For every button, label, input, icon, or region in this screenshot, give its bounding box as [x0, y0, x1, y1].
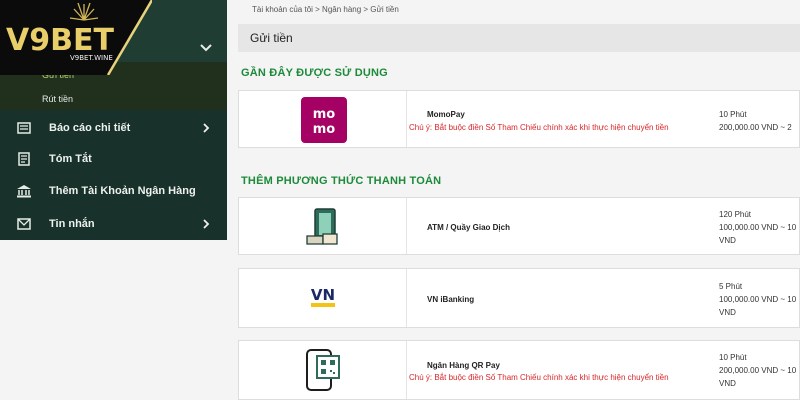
- method-name: ATM / Quầy Giao Dịch: [427, 223, 510, 232]
- chevron-right-icon: [203, 219, 210, 229]
- payment-method-qr-pay[interactable]: Ngân Hàng QR Pay Chú ý: Bắt buộc điền Số…: [238, 340, 800, 400]
- vn-ibanking-logo: VN: [311, 286, 335, 307]
- method-unit: VND: [719, 236, 736, 245]
- sidebar-subitem-withdraw[interactable]: Rút tiền: [42, 94, 73, 104]
- bank-icon: [17, 185, 31, 198]
- report-icon: [17, 122, 31, 134]
- section-more-title: THÊM PHƯƠNG THỨC THANH TOÁN: [241, 175, 442, 187]
- method-time: 10 Phút: [719, 110, 747, 119]
- sidebar-item-label: Tin nhắn: [49, 218, 95, 230]
- payment-icon-box: mo mo: [239, 91, 407, 147]
- summary-icon: [18, 152, 30, 166]
- payment-icon-box: [239, 341, 407, 399]
- sidebar-item-label: Tóm Tắt: [49, 153, 92, 165]
- section-recent-title: GẦN ĐÂY ĐƯỢC SỬ DỤNG: [241, 67, 388, 79]
- svg-text:mo: mo: [313, 122, 336, 137]
- method-note: Chú ý: Bắt buộc điền Số Tham Chiếu chính…: [409, 373, 669, 382]
- method-name: Ngân Hàng QR Pay: [427, 361, 500, 370]
- method-unit: VND: [719, 308, 736, 317]
- sidebar-item-label: Báo cáo chi tiết: [49, 122, 131, 134]
- sidebar-item-messages[interactable]: Tin nhắn: [0, 209, 227, 239]
- method-name: VN iBanking: [427, 295, 475, 304]
- payment-icon-box: [239, 198, 407, 254]
- method-range: 100,000.00 VND ~ 10: [719, 223, 797, 232]
- payment-method-vn-ibanking[interactable]: VN VN iBanking 5 Phút 100,000.00 VND ~ 1…: [238, 268, 800, 328]
- method-name: MomoPay: [427, 110, 465, 119]
- method-time: 5 Phút: [719, 282, 743, 291]
- svg-text:V9BET: V9BET: [6, 23, 114, 58]
- method-range: 200,000.00 VND ~ 10: [719, 366, 797, 375]
- chevron-down-icon[interactable]: [198, 40, 214, 56]
- method-unit: VND: [719, 379, 736, 388]
- qr-phone-icon: [306, 349, 340, 391]
- payment-icon-box: VN: [239, 269, 407, 327]
- momo-logo: mo mo: [301, 97, 347, 143]
- svg-text:VN: VN: [311, 286, 335, 304]
- sidebar-item-label: Thêm Tài Khoản Ngân Hàng: [49, 185, 196, 197]
- sidebar-item-add-bank[interactable]: Thêm Tài Khoản Ngân Hàng: [0, 176, 227, 206]
- method-time: 10 Phút: [719, 353, 747, 362]
- svg-text:V9BET.WINE: V9BET.WINE: [70, 54, 113, 62]
- method-range: 100,000.00 VND ~ 10: [719, 295, 797, 304]
- page-header: [238, 24, 800, 52]
- method-time: 120 Phút: [719, 210, 752, 219]
- atm-cash-icon: [306, 208, 338, 245]
- page-title: Gửi tiền: [250, 31, 293, 45]
- payment-method-momopay[interactable]: mo mo MomoPay Chú ý: Bắt buộc điền Số Th…: [238, 90, 800, 148]
- sidebar-item-summary[interactable]: Tóm Tắt: [0, 144, 227, 174]
- sidebar-item-report[interactable]: Báo cáo chi tiết: [0, 113, 227, 143]
- payment-method-atm[interactable]: ATM / Quầy Giao Dịch 120 Phút 100,000.00…: [238, 197, 800, 255]
- chevron-right-icon: [203, 123, 210, 133]
- svg-text:mo: mo: [313, 107, 336, 122]
- method-range: 200,000.00 VND ~ 2: [719, 123, 792, 132]
- method-note: Chú ý: Bắt buộc điền Số Tham Chiếu chính…: [409, 123, 669, 132]
- breadcrumb[interactable]: Tài khoản của tôi > Ngân hàng > Gửi tiền: [252, 5, 399, 14]
- mail-icon: [17, 218, 31, 230]
- brand-logo[interactable]: V9BET V9BET.WINE: [0, 0, 152, 75]
